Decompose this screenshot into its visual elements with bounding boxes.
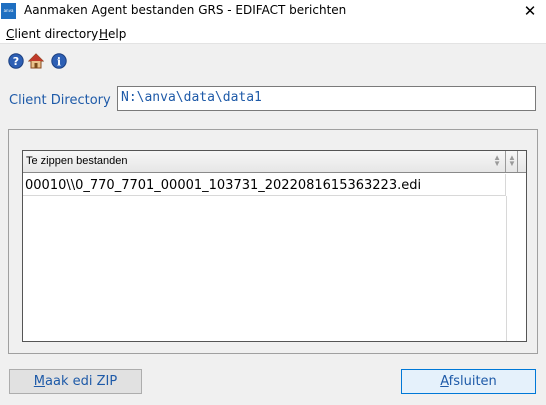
make-zip-accel: M	[33, 374, 46, 389]
make-zip-label: aak edi ZIP	[45, 374, 118, 389]
close-accel: A	[440, 374, 449, 389]
svg-text:i: i	[57, 56, 61, 69]
window-title: Aanmaken Agent bestanden GRS - EDIFACT b…	[24, 3, 347, 17]
table-row[interactable]: 00010\\0_770_7701_00001_103731_202208161…	[23, 174, 506, 196]
menu-client-directory[interactable]: Client directory	[6, 27, 98, 41]
svg-text:?: ?	[13, 55, 19, 68]
column-divider	[506, 196, 507, 341]
column-header-extra[interactable]: ▲ ▼	[507, 151, 518, 172]
make-edi-zip-button[interactable]: Maak edi ZIP	[9, 369, 142, 394]
grid-header: Te zippen bestanden ▲ ▼ ▲ ▼	[23, 151, 526, 173]
column-header-label: Te zippen bestanden	[26, 155, 128, 167]
menu-client-directory-label: lient directory	[14, 27, 99, 41]
close-button[interactable]: Afsluiten	[401, 369, 536, 394]
menu-bar: Client directory Help	[0, 22, 546, 44]
client-directory-field[interactable]: N:\anva\data\data1	[117, 86, 536, 111]
help-icon[interactable]: ?	[8, 53, 24, 69]
client-directory-label: Client Directory	[9, 93, 111, 108]
toolbar: ? i	[0, 44, 546, 74]
close-window-button[interactable]: ✕	[514, 0, 546, 22]
title-bar: anva Aanmaken Agent bestanden GRS - EDIF…	[0, 0, 546, 22]
sort-icon: ▲ ▼	[493, 153, 501, 168]
menu-help[interactable]: Help	[99, 27, 126, 41]
home-icon[interactable]	[28, 53, 44, 69]
menu-help-accel: H	[99, 27, 109, 41]
app-icon-text: anva	[3, 8, 14, 13]
close-label: fsluiten	[448, 374, 497, 389]
sort-icon: ▲ ▼	[508, 153, 516, 168]
menu-help-label: elp	[108, 27, 127, 41]
files-grid[interactable]: Te zippen bestanden ▲ ▼ ▲ ▼ 00010\\0_770_7…	[22, 150, 527, 342]
anva-app-icon: anva	[1, 3, 16, 19]
info-icon[interactable]: i	[51, 53, 67, 69]
column-header-files[interactable]: Te zippen bestanden ▲ ▼	[23, 151, 506, 172]
file-cell: 00010\\0_770_7701_00001_103731_202208161…	[25, 178, 422, 193]
